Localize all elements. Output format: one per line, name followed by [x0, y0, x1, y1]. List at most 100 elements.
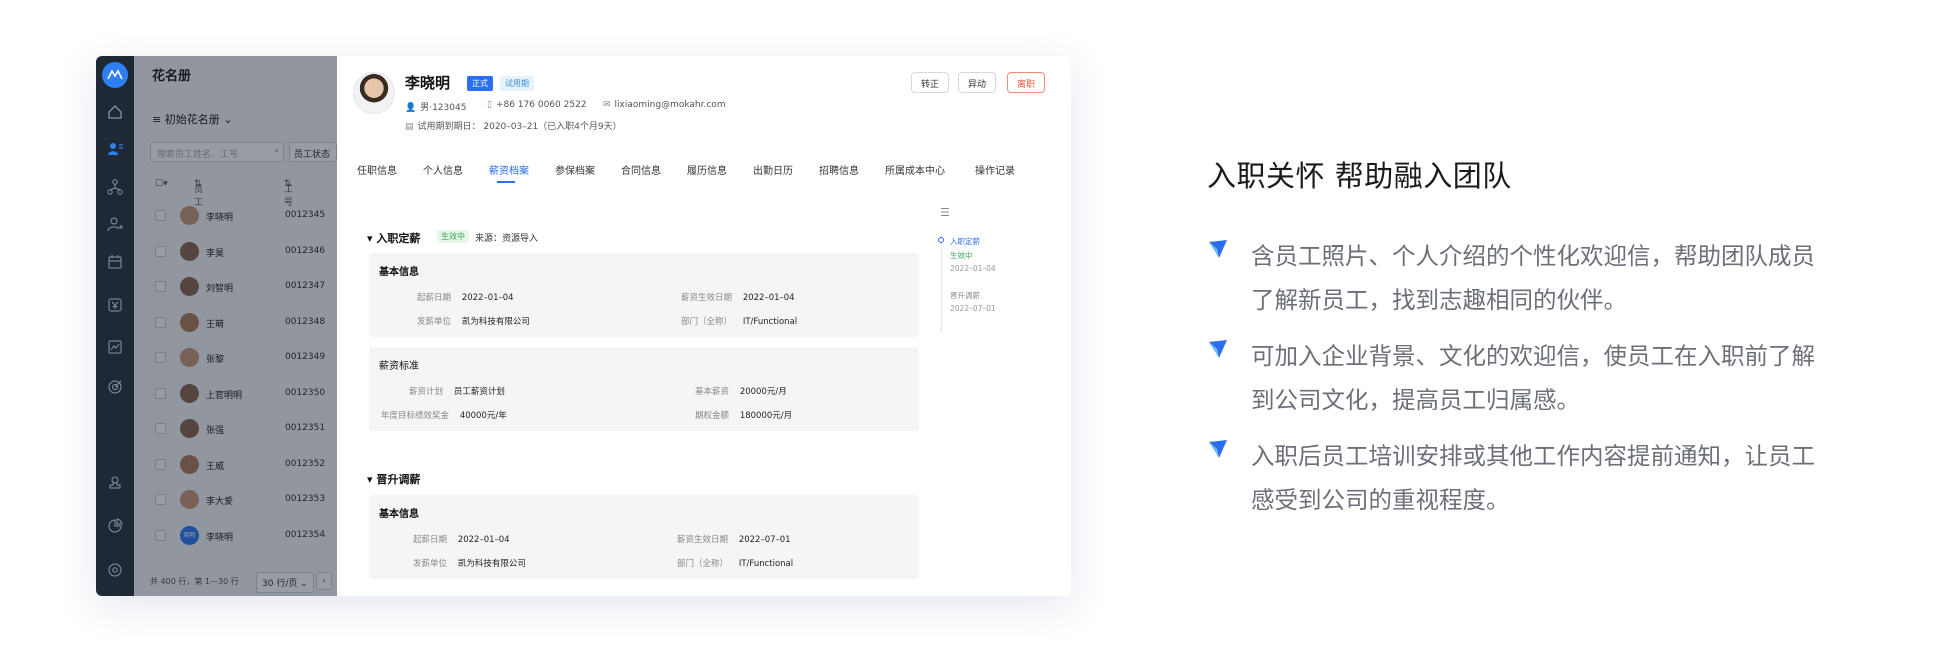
field-payer: 发薪单位 凯为科技有限公司 — [417, 315, 530, 327]
tab-resume[interactable]: 履历信息 — [687, 162, 727, 177]
profile-name: 李晓明 — [405, 74, 451, 92]
probation-text: 试用期到期日： 2020–03–21（已入职4个月9天） — [417, 122, 622, 132]
transfer-button[interactable]: 异动 — [958, 72, 997, 93]
status-badge-trial: 试用期 — [500, 76, 534, 91]
field-key: 部门（全称） — [677, 559, 729, 569]
field-key: 起薪日期 — [413, 535, 448, 545]
report-icon[interactable] — [106, 338, 124, 356]
stamp-icon[interactable] — [106, 474, 124, 492]
calendar-icon[interactable] — [106, 253, 124, 271]
field-value: 凯为科技有限公司 — [457, 559, 526, 569]
tab-insurance[interactable]: 参保档案 — [555, 162, 595, 177]
people-icon[interactable] — [106, 140, 124, 158]
field-value: 2022–01–04 — [742, 293, 795, 303]
target-icon[interactable] — [106, 378, 124, 396]
user-add-icon[interactable] — [106, 215, 124, 233]
section-title-text: 晋升调薪 — [376, 473, 421, 486]
tab-cost-center[interactable]: 所属成本中心 — [885, 162, 945, 177]
leave-button[interactable]: 离职 — [1007, 72, 1046, 93]
gender-id-text: 男·123045 — [420, 103, 467, 113]
basic-info-card: 基本信息 起薪日期 2022–01–04 薪资生效日期 2022–07–01 发… — [369, 495, 919, 579]
tab-recruit[interactable]: 招聘信息 — [819, 162, 859, 177]
field-value: 2022–01–04 — [457, 535, 510, 545]
timeline-dot — [938, 237, 944, 243]
salary-onboard-section: ▾ 入职定薪 生效中 来源：资源导入 基本信息 起薪日期 2022–01–04 … — [355, 206, 920, 441]
field-options: 期权金额 180000元/月 — [695, 409, 792, 421]
probation-date: ▤ 试用期到期日： 2020–03–21（已入职4个月9天） — [405, 119, 622, 132]
field-value: 2022–01–04 — [461, 293, 514, 303]
field-key: 基本薪资 — [695, 387, 730, 397]
field-value: 20000元/月 — [739, 387, 787, 397]
org-chart-icon[interactable] — [106, 178, 124, 196]
field-value: 40000元/年 — [459, 411, 507, 421]
field-key: 部门（全称） — [681, 317, 733, 327]
salary-timeline: ☰ 入职定薪 生效中 2022–01–04 晋升调薪 2022–07–01 — [938, 206, 1038, 336]
basic-info-card: 基本信息 起薪日期 2022–01–04 薪资生效日期 2022–01–04 发… — [369, 253, 919, 337]
status-badge-formal: 正式 — [467, 76, 493, 91]
bullet-arrow-icon — [1209, 440, 1227, 458]
phone-text: +86 176 0060 2522 — [495, 100, 587, 110]
mail-icon: ✉ — [603, 100, 611, 110]
salary-icon[interactable] — [106, 296, 124, 314]
pie-icon[interactable] — [106, 517, 124, 535]
employee-detail-panel: 李晓明 正式 试用期 👤 男·123045 ▯ +86 176 0060 2522 … — [337, 56, 1071, 596]
field-key: 发薪单位 — [417, 317, 452, 327]
nav-rail — [96, 56, 134, 596]
bullet-arrow-icon — [1209, 240, 1227, 258]
email: ✉ lixiaoming@mokahr.com — [603, 100, 726, 110]
roster-panel: 花名册 ≡ 初始花名册 ⌄ 搜索员工姓名、工号 ⌕ 员工状态 ☐▾ 员工 ⇅ 工… — [134, 56, 337, 596]
app-window: 花名册 ≡ 初始花名册 ⌄ 搜索员工姓名、工号 ⌕ 员工状态 ☐▾ 员工 ⇅ 工… — [96, 56, 1071, 596]
field-key: 年度目标绩效奖金 — [381, 411, 450, 421]
field-payer: 发薪单位 凯为科技有限公司 — [413, 557, 526, 569]
feature-heading: 入职关怀 帮助融入团队 — [1207, 159, 1512, 193]
card-title: 基本信息 — [379, 509, 419, 520]
feature-bullet-text: 含员工照片、个人介绍的个性化欢迎信，帮助团队成员了解新员工，找到志趣相同的伙伴。 — [1251, 242, 1815, 314]
phone-icon: ▯ — [487, 100, 492, 110]
modal-overlay[interactable] — [134, 56, 337, 596]
timeline-line — [941, 234, 942, 332]
home-icon[interactable] — [106, 103, 124, 121]
salary-promo-section: ▾ 晋升调薪 基本信息 起薪日期 2022–01–04 薪资生效日期 2022–… — [355, 453, 920, 596]
source-label: 来源：资源导入 — [475, 234, 539, 244]
field-value: IT/Functional — [738, 559, 794, 569]
field-key: 发薪单位 — [413, 559, 448, 569]
tab-contract[interactable]: 合同信息 — [621, 162, 661, 177]
field-dept: 部门（全称） IT/Functional — [681, 315, 797, 327]
field-key: 期权金额 — [695, 411, 730, 421]
tab-job-info[interactable]: 任职信息 — [357, 162, 397, 177]
email-text: lixiaoming@mokahr.com — [614, 100, 726, 110]
field-start-date: 起薪日期 2022–01–04 — [417, 291, 514, 303]
feature-bullet: 含员工照片、个人介绍的个性化欢迎信，帮助团队成员了解新员工，找到志趣相同的伙伴。 — [1207, 234, 1827, 322]
settings-icon[interactable] — [106, 561, 124, 579]
timeline-item-title[interactable]: 入职定薪 — [950, 236, 980, 247]
field-dept: 部门（全称） IT/Functional — [677, 557, 793, 569]
feature-bullet-text: 可加入企业背景、文化的欢迎信，使员工在入职前了解到公司文化，提高员工归属感。 — [1251, 342, 1815, 414]
brand-logo[interactable] — [102, 62, 128, 88]
gender-id: 👤 男·123045 — [405, 100, 466, 113]
tab-attendance[interactable]: 出勤日历 — [753, 162, 793, 177]
section-title[interactable]: ▾ 入职定薪 — [367, 230, 420, 246]
section-title[interactable]: ▾ 晋升调薪 — [367, 471, 420, 487]
field-effective-date: 薪资生效日期 2022–01–04 — [681, 291, 795, 303]
status-chip: 生效中 — [437, 230, 469, 243]
tab-salary[interactable]: 薪资档案 — [489, 162, 529, 177]
regularize-button[interactable]: 转正 — [911, 72, 950, 93]
timeline-item-title[interactable]: 晋升调薪 — [950, 290, 980, 301]
field-base-salary: 基本薪资 20000元/月 — [695, 385, 787, 397]
field-key: 薪资计划 — [409, 387, 444, 397]
profile-avatar — [353, 72, 395, 114]
field-value: 2022–07–01 — [738, 535, 791, 545]
feature-bullet: 可加入企业背景、文化的欢迎信，使员工在入职前了解到公司文化，提高员工归属感。 — [1207, 334, 1827, 422]
field-value: 员工薪资计划 — [453, 387, 505, 397]
field-start-date: 起薪日期 2022–01–04 — [413, 533, 510, 545]
field-bonus: 年度目标绩效奖金 40000元/年 — [381, 409, 507, 421]
phone: ▯ +86 176 0060 2522 — [487, 100, 587, 110]
card-title: 基本信息 — [379, 267, 419, 278]
field-plan: 薪资计划 员工薪资计划 — [409, 385, 505, 397]
salary-standard-card: 薪资标准 薪资计划 员工薪资计划 基本薪资 20000元/月 年度目标绩效奖金 … — [369, 347, 919, 431]
tab-operation-log[interactable]: 操作记录 — [975, 162, 1015, 177]
user-icon: 👤 — [405, 103, 417, 113]
bullet-arrow-icon — [1209, 340, 1227, 358]
tab-personal[interactable]: 个人信息 — [423, 162, 463, 177]
feature-bullet: 入职后员工培训安排或其他工作内容提前通知，让员工感受到公司的重视程度。 — [1207, 434, 1827, 522]
